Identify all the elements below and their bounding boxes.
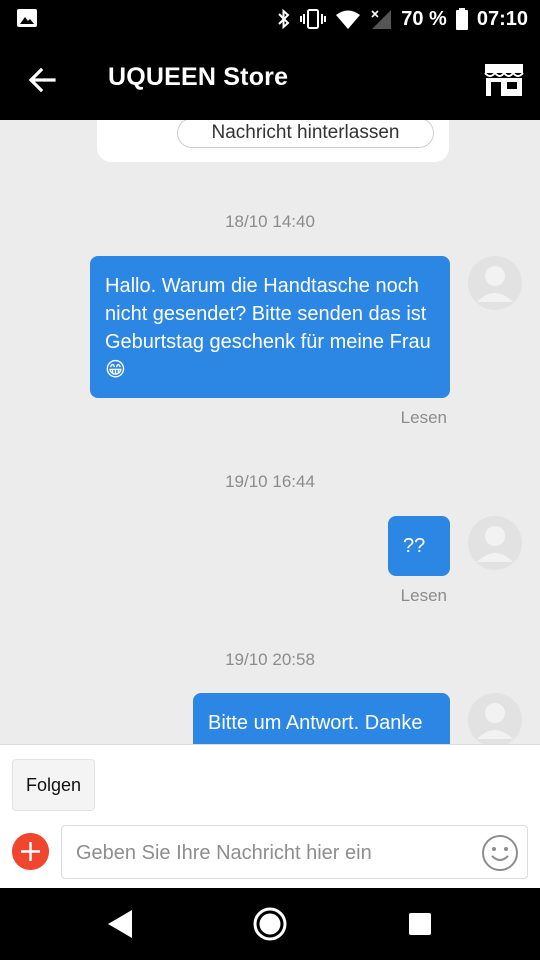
status-bar: 70 % 07:10 (0, 0, 540, 38)
plus-icon[interactable] (12, 833, 49, 870)
image-icon (17, 9, 37, 27)
user-avatar-icon (477, 526, 513, 562)
message-bubble[interactable]: ?? (388, 516, 450, 576)
signal-icon (371, 10, 392, 29)
message-bubble[interactable]: Bitte um Antwort. Danke (193, 693, 450, 744)
follow-button[interactable]: Folgen (12, 759, 95, 811)
back-triangle-icon[interactable] (102, 906, 138, 942)
message-bubble[interactable]: Hallo. Warum die Handtasche noch nicht g… (90, 256, 450, 398)
read-status: Lesen (400, 586, 447, 605)
user-avatar-icon (477, 266, 513, 302)
bluetooth-icon (278, 8, 290, 30)
message-input-box (61, 825, 528, 879)
leave-message-button[interactable]: Nachricht hinterlassen (177, 120, 434, 148)
avatar (468, 516, 522, 570)
navigation-bar (0, 888, 540, 960)
battery-percentage: 70 % (401, 7, 447, 30)
store-icon[interactable] (482, 60, 526, 100)
wifi-icon (336, 10, 361, 29)
app-bar: UQUEEN Store (0, 38, 540, 120)
avatar (468, 256, 522, 310)
chat-area[interactable]: Nachricht hinterlassen 18/10 14:40 Hallo… (0, 120, 540, 744)
vibrate-icon (300, 9, 327, 29)
avatar (468, 693, 522, 744)
smiley-icon[interactable] (481, 834, 519, 872)
clock: 07:10 (476, 7, 528, 30)
user-avatar-icon (477, 703, 513, 739)
composer-panel: Folgen (0, 744, 540, 888)
home-circle-icon[interactable] (252, 906, 288, 942)
recents-square-icon[interactable] (402, 906, 438, 942)
read-status: Lesen (400, 408, 447, 427)
message-timestamp: 19/10 20:58 (225, 650, 315, 669)
arrow-left-icon[interactable] (22, 60, 62, 100)
battery-icon (455, 8, 468, 30)
message-input[interactable] (76, 836, 466, 870)
message-timestamp: 19/10 16:44 (225, 472, 315, 491)
message-timestamp: 18/10 14:40 (225, 212, 315, 231)
info-card: Nachricht hinterlassen (97, 120, 449, 162)
page-title: UQUEEN Store (108, 63, 289, 91)
